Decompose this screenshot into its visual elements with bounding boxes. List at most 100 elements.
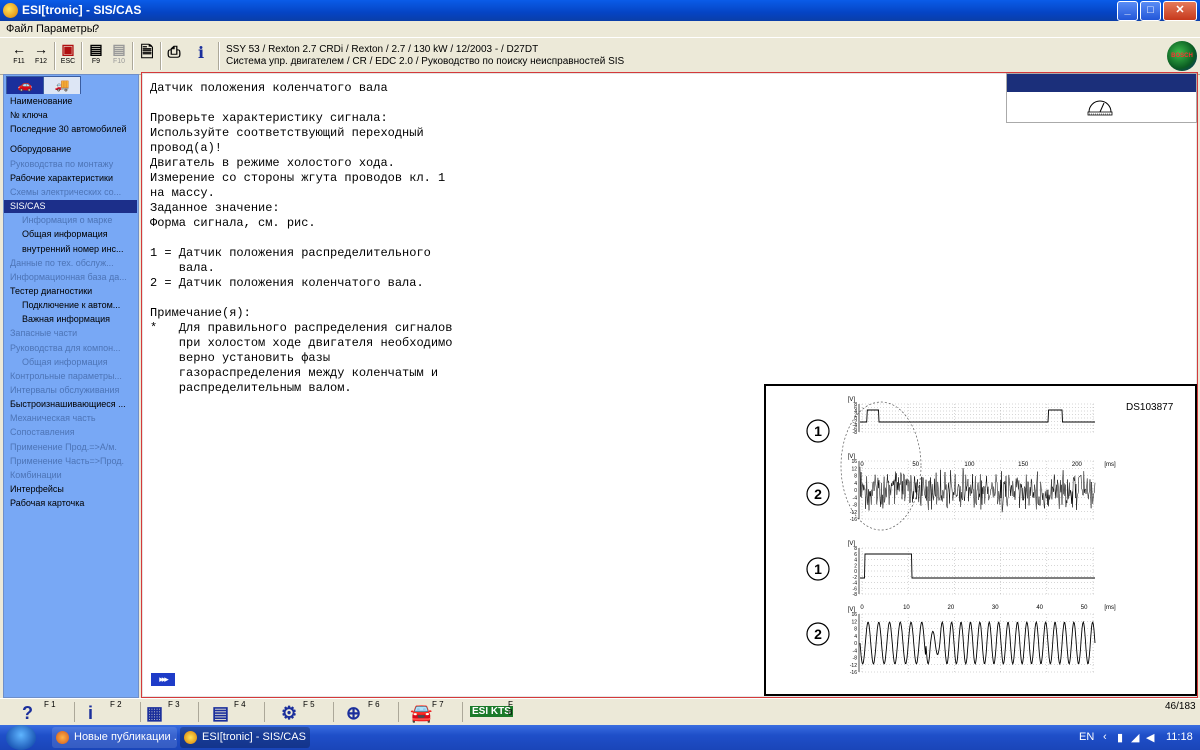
document-line <box>150 231 452 246</box>
tray-expand-icon[interactable]: ‹ <box>1103 731 1107 743</box>
sidebar-item[interactable]: Информационная база да... <box>4 271 137 284</box>
fkey-button-3[interactable]: ▦ F 3 <box>146 701 190 724</box>
fkey-button-7[interactable]: 🚘 F 7 <box>410 701 454 724</box>
fkey-button-2[interactable]: i F 2 <box>88 701 132 724</box>
sidebar-item[interactable]: SIS/CAS <box>4 200 137 214</box>
tab-car[interactable]: 🚗 <box>6 76 44 94</box>
next-page-button[interactable]: ▸▸▸ <box>151 673 175 686</box>
sidebar-item[interactable]: Руководства для компон... <box>4 342 137 355</box>
fkey-label: F 4 <box>234 700 246 709</box>
start-button[interactable] <box>6 725 36 750</box>
sidebar-item[interactable]: Важная информация <box>4 313 149 326</box>
toolbar: ← F11 → F12 ▣ ESC ▤ F9 ▤ F10 🗎 ⎙ i SSY 5… <box>0 37 1200 75</box>
task-esitronic[interactable]: ESI[tronic] - SIS/CAS <box>180 727 310 748</box>
f10-button[interactable]: ▤ F10 <box>108 41 130 71</box>
document-button[interactable]: 🗎 <box>136 41 158 71</box>
title-bar: ESI[tronic] - SIS/CAS _ □ ✕ <box>0 0 1200 21</box>
fkey-label: F 6 <box>368 700 380 709</box>
page-f9-icon: ▤ <box>89 41 103 57</box>
sidebar-item[interactable]: Рабочая карточка <box>4 497 137 510</box>
sidebar-item[interactable]: Информация о марке <box>4 214 149 227</box>
fkey-label: F 1 <box>44 700 56 709</box>
x-tick-label: 50 <box>912 462 919 468</box>
fkey-label: F 7 <box>432 700 444 709</box>
tools-icon: ⚙ <box>281 703 298 723</box>
sidebar-item[interactable]: Руководства по монтажу <box>4 158 137 171</box>
toolbar-separator <box>81 42 83 70</box>
signal-icon[interactable]: ◢ <box>1131 731 1139 744</box>
minimize-button[interactable]: _ <box>1117 1 1138 21</box>
sidebar-item[interactable]: Рабочие характеристики <box>4 172 137 185</box>
document-icon: 🗎 <box>140 44 154 61</box>
fkey-button-1[interactable]: ? F 1 <box>22 701 66 724</box>
x-tick-label: 10 <box>903 605 910 611</box>
x-tick-label: 50 <box>1081 605 1088 611</box>
system-description: Система упр. двигателем / CR / EDC 2.0 /… <box>226 56 625 67</box>
axis-unit-label: [ms] <box>1104 462 1116 468</box>
sidebar-item[interactable]: Сопоставления <box>4 426 137 439</box>
f9-button[interactable]: ▤ F9 <box>85 41 107 71</box>
fkey-separator <box>462 702 463 722</box>
sidebar-item[interactable]: Оборудование <box>4 143 137 156</box>
fkey-separator <box>140 702 141 722</box>
menu-help[interactable]: ? <box>93 23 99 35</box>
document-line: газораспределения между коленчатым и <box>150 366 439 380</box>
x-tick-label: 100 <box>964 462 975 468</box>
document-line <box>150 291 452 306</box>
print-button[interactable]: ⎙ <box>163 41 185 71</box>
sidebar-item[interactable]: Общая информация <box>4 228 149 241</box>
fkey-label: F 8 <box>508 700 513 717</box>
network-icon[interactable]: ▮ <box>1117 731 1123 744</box>
sidebar-item[interactable]: Схемы электрических со... <box>4 186 137 199</box>
x-tick-label: 0 <box>860 605 864 611</box>
clock[interactable]: 11:18 <box>1166 731 1193 743</box>
volume-icon[interactable]: ◀ <box>1146 731 1154 744</box>
document-line: Измерение со стороны жгута проводов кл. … <box>150 171 446 185</box>
close-button[interactable]: ✕ <box>1163 1 1197 21</box>
schematic-icon: ▤ <box>212 703 230 723</box>
y-tick-label: -8 <box>853 503 858 509</box>
menu-file[interactable]: Файл <box>6 23 33 35</box>
escape-button[interactable]: ▣ ESC <box>57 41 79 71</box>
document-line <box>150 96 452 111</box>
sidebar-item[interactable]: Интервалы обслуживания <box>4 384 137 397</box>
back-button[interactable]: ← F11 <box>8 41 30 71</box>
sidebar-item[interactable]: внутренний номер инс... <box>4 243 149 256</box>
x-tick-label: 40 <box>1036 605 1043 611</box>
sidebar-item[interactable]: Механическая часть <box>4 412 137 425</box>
sidebar-item[interactable]: Быстроизнашивающиеся ... <box>4 398 137 411</box>
sidebar-item[interactable]: Последние 30 автомобилей <box>4 123 137 136</box>
sidebar-item[interactable]: Наименование <box>4 95 137 108</box>
sidebar-item[interactable]: Тестер диагностики <box>4 285 137 298</box>
fkey-button-8[interactable]: ESI KTS F 8 <box>470 701 514 724</box>
y-tick-label: -8 <box>853 430 858 436</box>
sidebar-item[interactable]: Подключение к автом... <box>4 299 149 312</box>
sidebar-item[interactable]: Данные по тех. обслуж... <box>4 257 137 270</box>
forward-button[interactable]: → F12 <box>30 41 52 71</box>
x-tick-label: 20 <box>948 605 955 611</box>
print-icon: ⎙ <box>167 44 181 61</box>
language-indicator[interactable]: EN <box>1079 731 1094 743</box>
sidebar-item[interactable]: Интерфейсы <box>4 483 137 496</box>
task-browser[interactable]: Новые публикации ... <box>52 727 177 748</box>
maximize-button[interactable]: □ <box>1140 1 1161 21</box>
fkey-label: F 5 <box>303 700 315 709</box>
sidebar-item[interactable]: Общая информация <box>4 356 149 369</box>
sidebar-item[interactable]: Применение Часть=>Прод. <box>4 455 137 468</box>
sidebar-item[interactable]: № ключа <box>4 109 137 122</box>
fkey-button-4[interactable]: ▤ F 4 <box>212 701 256 724</box>
measurement-panel-header <box>1007 74 1196 92</box>
sidebar-item[interactable]: Комбинации <box>4 469 137 482</box>
fkey-button-6[interactable]: ⊕ F 6 <box>346 701 390 724</box>
x-tick-label: 0 <box>860 462 864 468</box>
document-pane: Датчик положения коленчатого вала Проверь… <box>141 72 1198 698</box>
sidebar-item[interactable]: Применение Прод.=>А/м. <box>4 441 137 454</box>
fkey-separator <box>198 702 199 722</box>
gauge-icon[interactable] <box>1086 96 1114 116</box>
tab-truck[interactable]: 🚚 <box>43 76 81 94</box>
sidebar-item[interactable]: Контрольные параметры... <box>4 370 137 383</box>
sidebar-item[interactable]: Запасные части <box>4 327 137 340</box>
fkey-button-5[interactable]: ⚙ F 5 <box>281 701 325 724</box>
menu-parameters[interactable]: Параметры <box>36 23 95 35</box>
info-button[interactable]: i <box>190 41 212 71</box>
